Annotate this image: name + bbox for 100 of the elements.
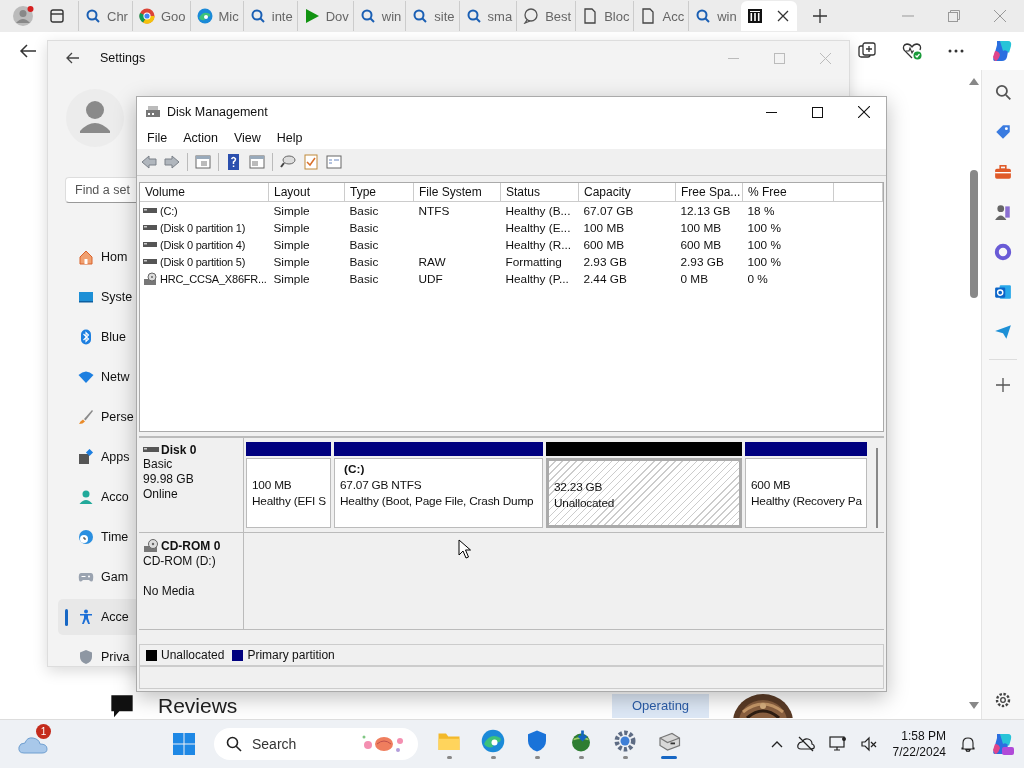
browser-tab[interactable]: win: [688, 1, 741, 31]
profile-avatar-icon[interactable]: [12, 5, 34, 27]
search-icon: [465, 8, 482, 24]
add-icon[interactable]: [996, 378, 1010, 392]
speaker-muted-icon[interactable]: [860, 736, 879, 752]
menu-item[interactable]: Action: [183, 131, 218, 145]
table-cell-text: Basic: [348, 236, 380, 253]
magnifier-icon[interactable]: [280, 154, 296, 170]
nav-item[interactable]: Syste: [58, 279, 137, 315]
new-tab-icon[interactable]: [812, 9, 827, 23]
nav-item[interactable]: Hom: [58, 239, 137, 275]
browser-tab[interactable]: win: [352, 1, 406, 31]
taskbar-app[interactable]: [480, 729, 506, 759]
ring-icon[interactable]: [994, 243, 1012, 261]
nav-item[interactable]: Apps: [58, 439, 137, 475]
cloud-off-icon[interactable]: [796, 736, 815, 752]
monitor-icon[interactable]: [828, 736, 847, 752]
collections-icon[interactable]: [858, 42, 876, 60]
menu-item[interactable]: Help: [276, 131, 303, 145]
more-icon[interactable]: [948, 49, 964, 53]
clock[interactable]: 1:58 PM 7/22/2024: [892, 728, 946, 760]
copilot-icon[interactable]: [990, 39, 1014, 63]
restore-icon[interactable]: [948, 10, 960, 22]
forward-arrow-icon[interactable]: [164, 154, 180, 170]
tab-actions-icon[interactable]: [50, 9, 64, 23]
browser-tab[interactable]: Acc: [633, 1, 689, 31]
people-icon[interactable]: [994, 203, 1012, 221]
briefcase-icon[interactable]: [994, 163, 1012, 181]
browser-tab[interactable]: sma: [458, 1, 517, 31]
column-header[interactable]: File System: [413, 183, 501, 202]
accessibility-icon: [78, 609, 94, 625]
table-cell: HRC_CCSA_X86FR...: [160, 272, 267, 285]
tag-icon[interactable]: [994, 123, 1012, 141]
chevron-up-icon[interactable]: [770, 740, 783, 748]
column-header[interactable]: Free Spa...: [675, 183, 743, 202]
nav-item[interactable]: Priva: [58, 639, 137, 675]
scroll-up-icon[interactable]: [969, 78, 979, 85]
column-header[interactable]: Volume: [140, 183, 269, 202]
column-header[interactable]: Status: [500, 183, 579, 202]
category-tag[interactable]: Operating: [612, 694, 710, 718]
nav-item[interactable]: Acco: [58, 479, 137, 515]
nav-item[interactable]: Netw: [58, 359, 137, 395]
nav-item[interactable]: Acce: [58, 599, 137, 635]
bell-icon[interactable]: [960, 736, 976, 752]
play-icon: [303, 8, 320, 24]
round-logo-icon: [138, 8, 155, 24]
column-header[interactable]: Type: [344, 183, 414, 202]
back-arrow-icon[interactable]: [19, 44, 37, 58]
browser-tab[interactable]: [740, 1, 797, 31]
nav-item[interactable]: Time: [58, 519, 137, 555]
partition-name: (C:): [343, 461, 366, 477]
table-cell-text: 0 MB: [679, 270, 710, 287]
partition-block[interactable]: 100 MB Healthy (EFI S: [246, 458, 331, 528]
column-header[interactable]: Capacity: [578, 183, 676, 202]
disk-name: Disk 0: [161, 443, 197, 457]
settings-icon[interactable]: [994, 691, 1012, 709]
browser-tab[interactable]: Goo: [131, 1, 190, 31]
table-cell-text: 0 %: [746, 270, 769, 287]
cloud-icon[interactable]: [18, 734, 48, 754]
table-cell-text: 2.93 GB: [582, 253, 628, 270]
browser-tab[interactable]: Bloc: [575, 1, 634, 31]
notification-badge: 1: [36, 724, 51, 739]
close-icon[interactable]: [858, 106, 870, 118]
search-icon[interactable]: [994, 83, 1012, 101]
mail-icon[interactable]: [994, 283, 1012, 301]
browser-tab[interactable]: Chr: [78, 1, 132, 31]
browser-tab[interactable]: Best: [516, 1, 576, 31]
column-header[interactable]: Layout: [268, 183, 345, 202]
scrollbar-thumb[interactable]: [970, 169, 978, 298]
copilot-icon[interactable]: [990, 732, 1014, 756]
search-field[interactable]: Search: [214, 728, 418, 760]
browser-tab[interactable]: inte: [242, 1, 297, 31]
taskbar-app[interactable]: [612, 729, 638, 759]
partition-block[interactable]: (C:) 67.07 GB NTFS Healthy (Boot, Page File, Crash Dump: [334, 458, 543, 528]
nav-item[interactable]: Gam: [58, 559, 137, 595]
nav-item[interactable]: Perse: [58, 399, 137, 435]
send-icon[interactable]: [994, 323, 1012, 341]
browser-tab[interactable]: Dov: [296, 1, 353, 31]
browser-tab[interactable]: site: [405, 1, 459, 31]
table-cell-text: 100 MB: [679, 219, 723, 236]
browser-tab[interactable]: Mic: [189, 1, 243, 31]
start-icon[interactable]: [172, 732, 196, 756]
nav-item[interactable]: Blue: [58, 319, 137, 355]
heart-check-icon[interactable]: [902, 42, 922, 60]
document-icon: [640, 8, 657, 24]
partition-block[interactable]: 32.23 GB Unallocated: [546, 458, 742, 528]
menu-item[interactable]: View: [233, 131, 261, 145]
scroll-down-icon[interactable]: [969, 702, 979, 709]
column-header[interactable]: % Free: [742, 183, 834, 202]
menu-item[interactable]: File: [147, 131, 168, 145]
search-field[interactable]: Find a set: [65, 177, 136, 203]
help-icon[interactable]: [226, 154, 242, 170]
back-arrow-icon[interactable]: [66, 52, 80, 64]
flower-doodle-icon: [360, 733, 406, 755]
partition-block[interactable]: 600 MB Healthy (Recovery Pa: [745, 458, 867, 528]
close-icon[interactable]: [776, 10, 789, 22]
maximize-icon[interactable]: [812, 106, 823, 118]
checklist-icon[interactable]: [303, 154, 319, 170]
table-cell-text: Healthy (R...: [504, 236, 573, 253]
scrollbar[interactable]: [876, 448, 878, 528]
